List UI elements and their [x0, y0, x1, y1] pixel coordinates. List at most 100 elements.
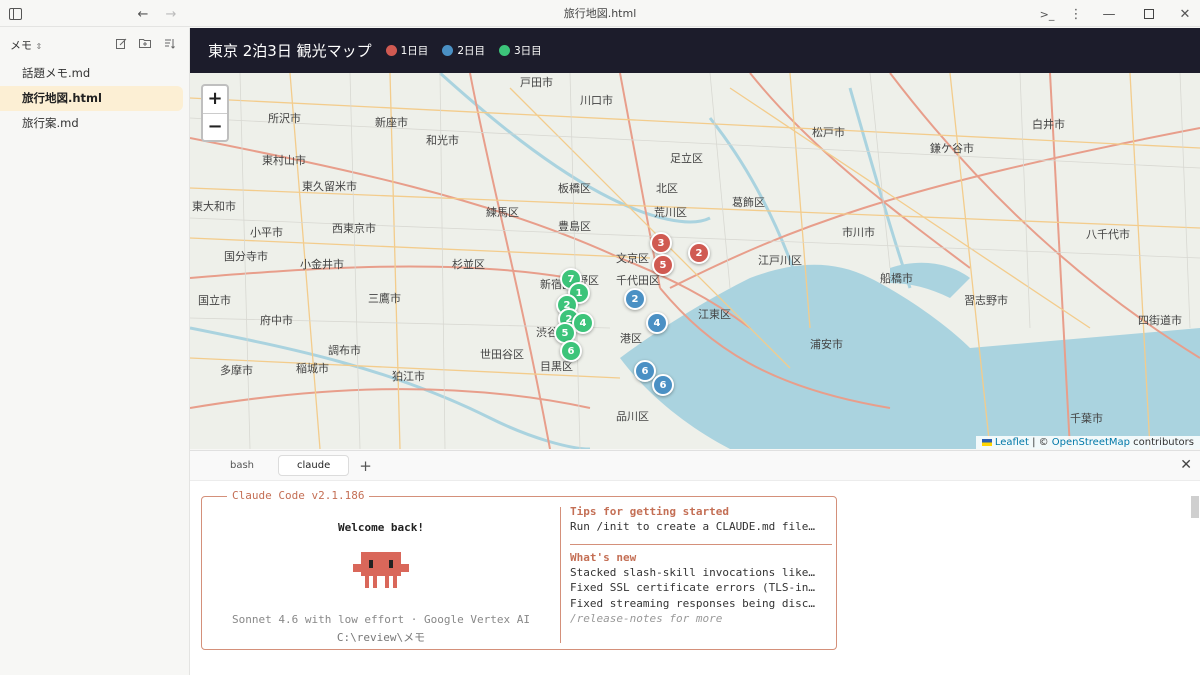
place-label: 小平市 — [250, 226, 283, 239]
title-bar: ← → 旅行地図.html >_ ⋮ — ✕ — [0, 0, 1200, 27]
news-line: Fixed streaming responses being disc… — [570, 596, 816, 610]
place-label: 鎌ケ谷市 — [930, 142, 974, 155]
terminal-icon[interactable]: >_ — [1037, 4, 1057, 24]
add-tab-button[interactable]: + — [359, 457, 372, 475]
claude-welcome-box: Claude Code v2.1.186 Welcome back! Sonne… — [201, 489, 837, 650]
place-label: 川口市 — [580, 94, 613, 107]
place-label: 稲城市 — [296, 362, 329, 375]
leaflet-flag-icon — [981, 438, 992, 446]
place-label: 千葉市 — [1070, 412, 1103, 425]
place-label: 四街道市 — [1138, 314, 1182, 327]
window-title: 旅行地図.html — [563, 7, 637, 20]
place-label: 東大和市 — [192, 200, 236, 213]
place-label: 国立市 — [198, 294, 231, 307]
map-marker[interactable]: 6 — [652, 374, 674, 396]
map-marker[interactable]: 6 — [560, 340, 582, 362]
map-title: 東京 2泊3日 観光マップ — [208, 42, 372, 60]
zoom-out-button[interactable]: − — [203, 113, 227, 140]
place-label: 西東京市 — [332, 222, 376, 235]
place-label: 府中市 — [260, 314, 293, 327]
section-divider — [570, 543, 832, 545]
model-info: Sonnet 4.6 with low effort · Google Vert… — [231, 613, 530, 626]
place-label: 白井市 — [1032, 118, 1065, 131]
tab-claude[interactable]: claude — [278, 455, 350, 476]
vault-name: メモ — [10, 38, 32, 52]
legend-day2: 2日目 — [442, 43, 485, 58]
new-folder-icon[interactable] — [135, 38, 155, 51]
sort-icon[interactable] — [159, 38, 179, 52]
place-label: 杉並区 — [452, 258, 485, 271]
file-item[interactable]: 旅行案.md — [0, 111, 183, 136]
place-label: 葛飾区 — [732, 196, 765, 209]
place-label: 調布市 — [328, 344, 361, 357]
claude-mascot-icon — [353, 552, 409, 588]
legend-dot — [385, 45, 397, 56]
map-marker[interactable]: 2 — [624, 288, 646, 310]
file-item-active[interactable]: 旅行地図.html — [0, 86, 183, 111]
close-window-icon[interactable]: ✕ — [1175, 4, 1195, 24]
map-view[interactable]: 戸田市 川口市 所沢市 新座市 和光市 足立区 松戸市 鎌ケ谷市 白井市 東村山市 東久留米市 板橋区… — [190, 28, 1200, 449]
terminal-panel: bash claude + ✕ Claude Code v2.1.186 Wel… — [190, 450, 1200, 675]
minimize-icon[interactable]: — — [1099, 4, 1119, 24]
welcome-text: Welcome back! — [337, 521, 425, 534]
sidebar-header: メモ ⇕ — [0, 28, 189, 61]
legend-label: 2日目 — [457, 45, 485, 57]
legend-dot — [442, 45, 454, 56]
tips-title: Tips for getting started — [570, 505, 729, 518]
legend-label: 1日目 — [400, 45, 429, 57]
map-marker[interactable]: 2 — [688, 242, 710, 264]
more-menu-icon[interactable]: ⋮ — [1066, 4, 1086, 24]
place-label: 文京区 — [616, 252, 649, 265]
osm-link[interactable]: OpenStreetMap — [1052, 437, 1130, 448]
place-label: 小金井市 — [300, 258, 344, 271]
place-label: 和光市 — [426, 134, 459, 147]
new-note-icon[interactable] — [111, 38, 131, 52]
place-label: 松戸市 — [812, 126, 845, 139]
place-label: 戸田市 — [520, 76, 553, 89]
news-line: Fixed SSL certificate errors (TLS-in… — [570, 581, 816, 594]
place-label: 東村山市 — [262, 154, 306, 167]
place-label: 三鷹市 — [368, 292, 401, 305]
map-header: 東京 2泊3日 観光マップ 1日目 2日目 3日目 — [190, 28, 1200, 73]
leaflet-link[interactable]: Leaflet — [995, 437, 1029, 448]
vault-switcher[interactable]: メモ ⇕ — [10, 37, 107, 53]
place-label: 浦安市 — [810, 338, 843, 351]
file-item[interactable]: 話題メモ.md — [0, 61, 183, 86]
zoom-control: + − — [201, 84, 229, 142]
map-tiles — [190, 71, 1200, 449]
place-label: 千代田区 — [616, 274, 660, 287]
legend-day3: 3日目 — [499, 43, 542, 58]
working-directory: C:\review\メモ — [336, 631, 426, 644]
map-marker[interactable]: 3 — [650, 232, 672, 254]
map-marker[interactable]: 5 — [652, 254, 674, 276]
attribution-tail: contributors — [1130, 437, 1194, 448]
whats-new-title: What's new — [570, 550, 637, 564]
place-label: 多摩市 — [220, 364, 253, 377]
place-label: 狛江市 — [392, 370, 425, 383]
tips-panel: Tips for getting started Run /init to cr… — [570, 505, 832, 628]
place-label: 所沢市 — [268, 112, 301, 125]
map-marker[interactable]: 4 — [646, 312, 668, 334]
place-label: 北区 — [656, 182, 678, 195]
tab-bash[interactable]: bash — [212, 456, 272, 475]
scrollbar-thumb[interactable] — [1191, 496, 1199, 518]
place-label: 練馬区 — [486, 206, 519, 219]
file-sidebar: メモ ⇕ 話題メモ.md 旅行地図.html 旅行案.md — [0, 28, 190, 675]
welcome-panel: Welcome back! Sonnet 4.6 with low effort… — [202, 497, 560, 649]
place-label: 世田谷区 — [480, 348, 524, 361]
map-attribution: Leaflet | © OpenStreetMap contributors — [975, 436, 1200, 449]
chevron-updown-icon: ⇕ — [35, 41, 43, 51]
legend-dot — [499, 45, 510, 56]
place-label: 八千代市 — [1086, 228, 1130, 241]
place-label: 江戸川区 — [758, 254, 802, 267]
place-label: 習志野市 — [964, 294, 1008, 307]
zoom-in-button[interactable]: + — [203, 86, 227, 113]
place-label: 新座市 — [375, 116, 408, 129]
place-label: 豊島区 — [558, 220, 591, 233]
maximize-icon[interactable] — [1139, 4, 1159, 24]
place-label: 市川市 — [842, 226, 875, 239]
news-line: Stacked slash-skill invocations like… — [570, 565, 816, 579]
place-label: 国分寺市 — [224, 250, 268, 263]
close-panel-icon[interactable]: ✕ — [1180, 457, 1192, 473]
place-label: 東久留米市 — [302, 180, 357, 193]
